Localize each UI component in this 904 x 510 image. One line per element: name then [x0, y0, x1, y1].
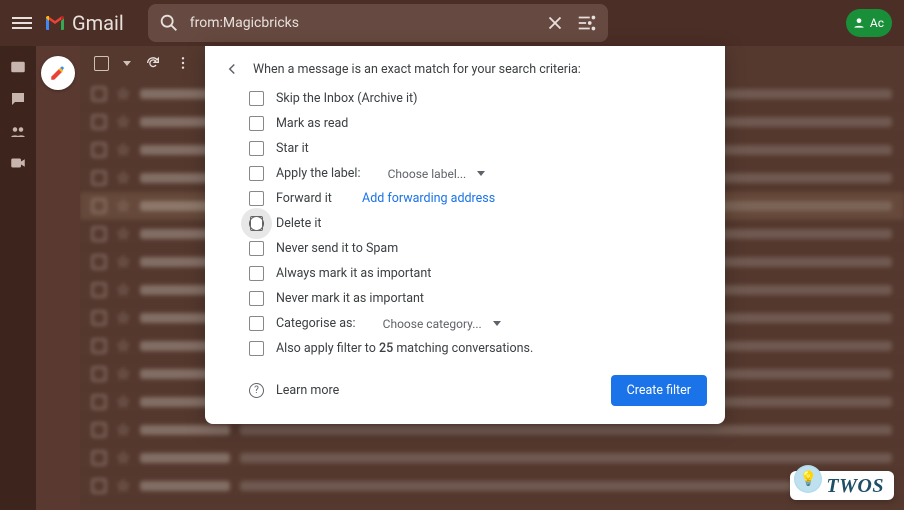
- checkbox-icon[interactable]: [249, 216, 264, 231]
- checkbox-icon[interactable]: [249, 91, 264, 106]
- checkbox-icon[interactable]: [249, 116, 264, 131]
- create-filter-dialog: When a message is an exact match for you…: [205, 46, 725, 424]
- watermark-logo: 💡 TWOS: [790, 471, 894, 500]
- app-name: Gmail: [72, 11, 124, 35]
- main-menu-icon[interactable]: [12, 13, 32, 33]
- create-filter-button[interactable]: Create filter: [611, 375, 707, 406]
- search-options-icon[interactable]: [576, 12, 598, 34]
- checkbox-icon[interactable]: [249, 166, 264, 181]
- back-arrow-icon[interactable]: [223, 60, 241, 78]
- select-all-dropdown-icon[interactable]: [123, 61, 131, 66]
- checkbox-icon[interactable]: [249, 341, 264, 356]
- gmail-logo[interactable]: Gmail: [42, 11, 124, 35]
- chevron-down-icon: [477, 171, 485, 176]
- spaces-app-icon[interactable]: [9, 122, 27, 140]
- option-apply-label[interactable]: Apply the label: Choose label...: [223, 161, 707, 186]
- main-pane: ☆ ☆ ☆ ☆ ☆ ☆ ☆ ☆ ☆ ☆ ☆ ☆ ☆ ☆ ☆ When a mes…: [80, 46, 904, 510]
- option-mark-read[interactable]: Mark as read: [223, 111, 707, 136]
- refresh-icon[interactable]: [145, 55, 161, 71]
- label-dropdown[interactable]: Choose label...: [388, 167, 486, 181]
- chevron-down-icon: [493, 321, 501, 326]
- option-never-important[interactable]: Never mark it as important: [223, 286, 707, 311]
- clear-search-icon[interactable]: [544, 12, 566, 34]
- mail-app-icon[interactable]: [9, 58, 27, 76]
- dialog-intro: When a message is an exact match for you…: [253, 62, 581, 77]
- select-all-checkbox[interactable]: [94, 56, 109, 71]
- option-never-spam[interactable]: Never send it to Spam: [223, 236, 707, 261]
- search-bar: [148, 4, 608, 42]
- add-forwarding-link[interactable]: Add forwarding address: [362, 191, 495, 206]
- gmail-header: Gmail Ac: [0, 0, 904, 46]
- checkbox-icon[interactable]: [249, 266, 264, 281]
- more-icon[interactable]: [175, 55, 191, 71]
- account-button[interactable]: Ac: [846, 9, 892, 37]
- learn-more-link[interactable]: Learn more: [276, 383, 339, 398]
- checkbox-icon[interactable]: [249, 241, 264, 256]
- compose-button[interactable]: [41, 56, 75, 90]
- help-icon[interactable]: ?: [249, 383, 264, 398]
- option-delete[interactable]: Delete it: [223, 211, 707, 236]
- app-left-rail: [0, 46, 36, 510]
- meet-app-icon[interactable]: [9, 154, 27, 172]
- lightbulb-icon: 💡: [794, 465, 822, 493]
- option-star-it[interactable]: Star it: [223, 136, 707, 161]
- mail-row[interactable]: ☆: [80, 472, 904, 500]
- gmail-sidebar: [36, 46, 80, 510]
- checkbox-icon[interactable]: [249, 141, 264, 156]
- option-also-apply[interactable]: Also apply filter to 25 matching convers…: [223, 336, 707, 361]
- search-icon[interactable]: [158, 12, 180, 34]
- option-forward[interactable]: Forward it Add forwarding address: [223, 186, 707, 211]
- category-dropdown[interactable]: Choose category...: [383, 317, 501, 331]
- checkbox-icon[interactable]: [249, 316, 264, 331]
- option-skip-inbox[interactable]: Skip the Inbox (Archive it): [223, 86, 707, 111]
- chat-app-icon[interactable]: [9, 90, 27, 108]
- option-always-important[interactable]: Always mark it as important: [223, 261, 707, 286]
- mail-row[interactable]: ☆: [80, 444, 904, 472]
- option-categorise[interactable]: Categorise as: Choose category...: [223, 311, 707, 336]
- checkbox-icon[interactable]: [249, 191, 264, 206]
- search-input[interactable]: [190, 15, 534, 31]
- checkbox-icon[interactable]: [249, 291, 264, 306]
